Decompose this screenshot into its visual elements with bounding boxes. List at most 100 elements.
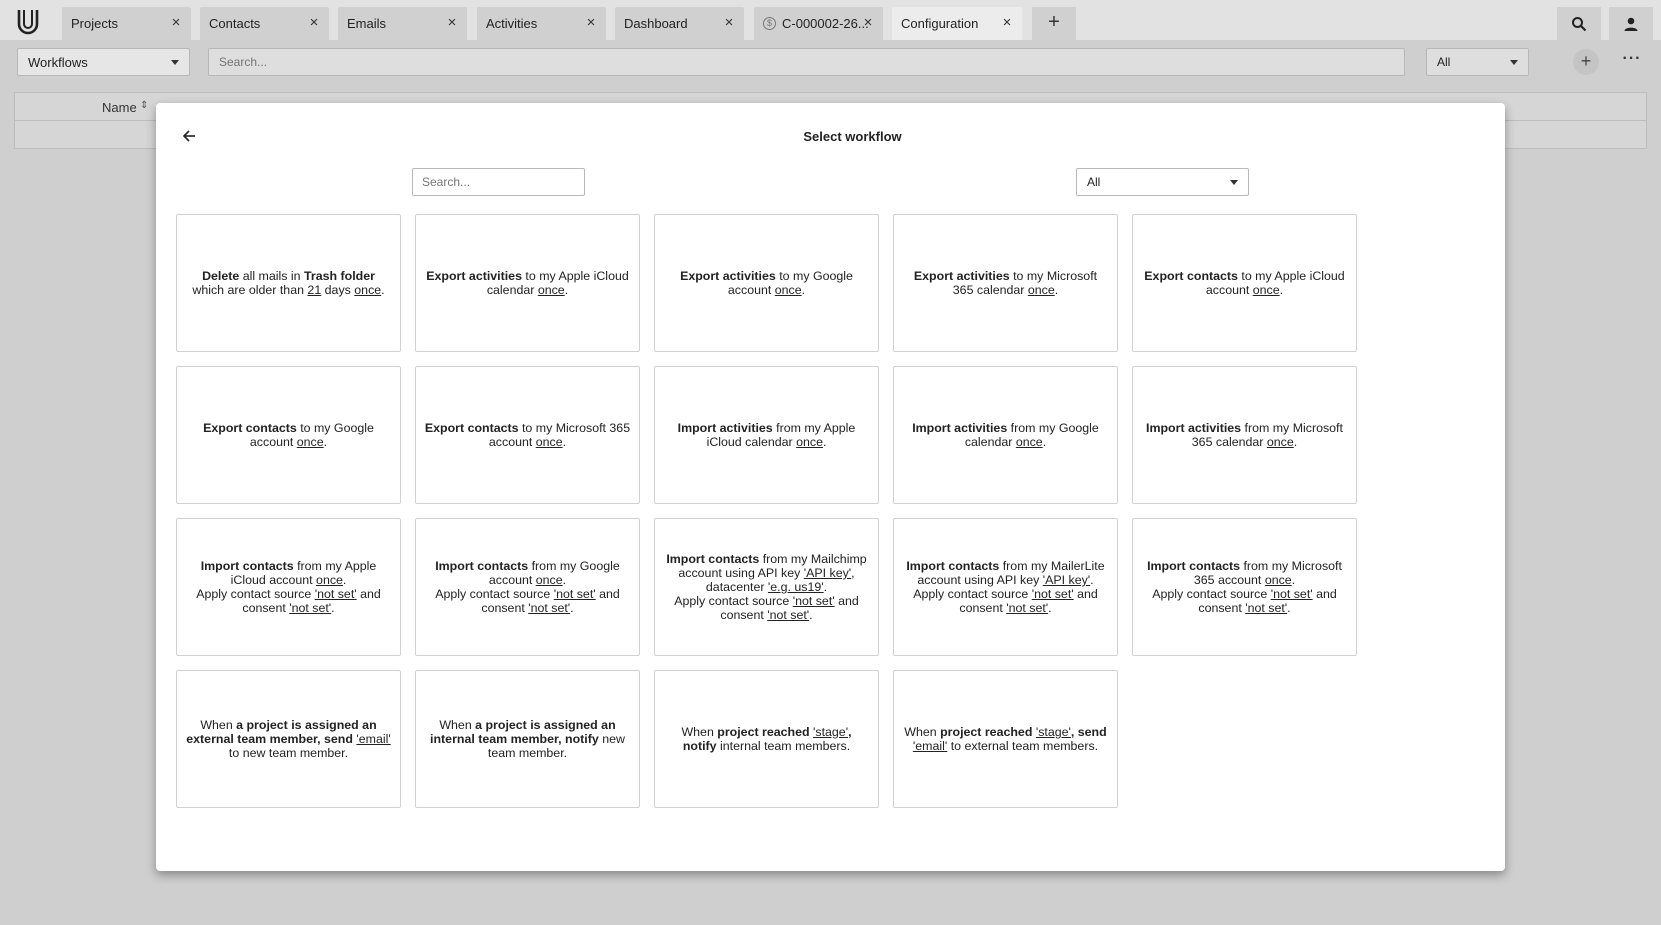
workflow-card-text: Export contacts to my Apple iCloud accou… (1144, 269, 1345, 297)
tab-label: Projects (71, 16, 118, 31)
workflow-parameter: 'not set' (1270, 587, 1313, 601)
workflow-parameter: once (535, 435, 563, 449)
workflow-card[interactable]: Export activities to my Apple iCloud cal… (415, 214, 640, 352)
workflow-parameter: 'not set' (314, 587, 357, 601)
workflow-card-text: Import contacts from my Google account o… (435, 559, 620, 615)
workflow-parameter: once (1015, 435, 1043, 449)
workflow-card[interactable]: When project reached 'stage', send 'emai… (893, 670, 1118, 808)
add-tab-button[interactable]: + (1032, 7, 1076, 40)
workflow-card-text: Import contacts from my MailerLite accou… (906, 559, 1105, 615)
module-select[interactable]: Workflows (17, 48, 190, 76)
tab-label: Dashboard (624, 16, 688, 31)
workflow-card-text: When project reached 'stage', send 'emai… (904, 725, 1107, 753)
workflow-parameter: once (537, 283, 565, 297)
workflow-parameter: 'not set' (1245, 601, 1288, 615)
workflow-card-text: When a project is assigned an external t… (186, 718, 391, 760)
workflow-card[interactable]: When project reached 'stage', notify int… (654, 670, 879, 808)
user-icon (1624, 17, 1638, 31)
workflow-parameter: once (1252, 283, 1280, 297)
workflow-parameter: once (296, 435, 324, 449)
app-logo-icon[interactable] (14, 7, 42, 35)
caret-down-icon (1230, 180, 1238, 185)
close-icon[interactable]: × (307, 15, 321, 30)
workflow-card[interactable]: Export contacts to my Apple iCloud accou… (1132, 214, 1357, 352)
workflow-card-text: Import contacts from my Mailchimp accoun… (666, 552, 867, 622)
workflow-filter-value: All (1087, 175, 1101, 189)
close-icon[interactable]: × (445, 15, 459, 30)
workflow-parameter: 'not set' (1031, 587, 1074, 601)
workflow-card-text: Export activities to my Apple iCloud cal… (426, 269, 629, 297)
workflow-card[interactable]: Import contacts from my Google account o… (415, 518, 640, 656)
workflow-search-input[interactable] (412, 168, 585, 196)
workflow-card[interactable]: Export activities to my Google account o… (654, 214, 879, 352)
search-input[interactable] (208, 48, 1405, 76)
workflow-card-text: Import activities from my Google calenda… (912, 421, 1099, 449)
workflow-card-text: Export activities to my Microsoft 365 ca… (913, 269, 1098, 297)
workflow-card[interactable]: Export contacts to my Google account onc… (176, 366, 401, 504)
close-icon[interactable]: × (584, 15, 598, 30)
workflow-parameter: 21 (307, 283, 322, 297)
workflow-parameter: 'stage' (813, 725, 849, 739)
workflow-filter-select[interactable]: All (1076, 168, 1249, 196)
tab-contacts[interactable]: Contacts × (200, 7, 329, 40)
tab-label: Configuration (901, 16, 979, 31)
select-workflow-dialog: Select workflow All Delete all mails in … (156, 103, 1505, 871)
workflow-card-text: Import activities from my Apple iCloud c… (677, 421, 856, 449)
caret-down-icon (171, 60, 179, 65)
tab-label: C-000002-26... (782, 16, 869, 31)
workflow-card[interactable]: When a project is assigned an external t… (176, 670, 401, 808)
workflow-card-text: Import contacts from my Microsoft 365 ac… (1147, 559, 1342, 615)
workflow-card[interactable]: Import contacts from my MailerLite accou… (893, 518, 1118, 656)
workflow-parameter: once (1264, 573, 1292, 587)
workflow-parameter: 'not set' (792, 594, 835, 608)
tab-configuration[interactable]: Configuration × (892, 7, 1022, 40)
tab-label: Activities (486, 16, 538, 31)
tab-activities[interactable]: Activities × (477, 7, 606, 40)
user-menu-button[interactable] (1609, 7, 1653, 40)
workflow-card-text: Export contacts to my Google account onc… (203, 421, 374, 449)
workflow-parameter: once (774, 283, 802, 297)
workflow-parameter: 'not set' (553, 587, 596, 601)
workflow-card[interactable]: Delete all mails in Trash folder which a… (176, 214, 401, 352)
workflow-card[interactable]: Import contacts from my Apple iCloud acc… (176, 518, 401, 656)
workflow-card-text: Import contacts from my Apple iCloud acc… (196, 559, 381, 615)
tab-emails[interactable]: Emails × (338, 7, 467, 40)
workflow-parameter: 'stage' (1035, 725, 1071, 739)
filter-select[interactable]: All (1426, 48, 1529, 76)
workflow-card-text: When project reached 'stage', notify int… (681, 725, 852, 753)
global-search-button[interactable] (1557, 7, 1601, 40)
close-icon[interactable]: × (722, 15, 736, 30)
workflow-card[interactable]: Import activities from my Google calenda… (893, 366, 1118, 504)
close-icon[interactable]: × (1000, 15, 1014, 30)
workflow-parameter: 'not set' (1006, 601, 1049, 615)
workflow-card-text: Import activities from my Microsoft 365 … (1146, 421, 1343, 449)
module-select-value: Workflows (28, 55, 88, 70)
workflow-card-text: Delete all mails in Trash folder which a… (192, 269, 385, 297)
workflow-parameter: once (535, 573, 563, 587)
close-icon[interactable]: × (169, 15, 183, 30)
column-header-name[interactable]: Name (102, 100, 137, 115)
more-options-icon[interactable]: ··· (1620, 51, 1644, 72)
workflow-card-text: When a project is assigned an internal t… (430, 718, 625, 760)
close-icon[interactable]: × (861, 15, 875, 30)
workflow-parameter: 'email' (356, 732, 391, 746)
workflow-card[interactable]: Export activities to my Microsoft 365 ca… (893, 214, 1118, 352)
tab-quote[interactable]: $ C-000002-26... × (754, 7, 883, 40)
workflow-parameter: once (796, 435, 823, 449)
workflow-card[interactable]: Import activities from my Apple iCloud c… (654, 366, 879, 504)
workflow-card-text: Export activities to my Google account o… (680, 269, 853, 297)
workflow-parameter: once (316, 573, 343, 587)
workflow-card[interactable]: When a project is assigned an internal t… (415, 670, 640, 808)
workflow-card[interactable]: Export contacts to my Microsoft 365 acco… (415, 366, 640, 504)
search-icon (1572, 16, 1587, 31)
tab-dashboard[interactable]: Dashboard × (615, 7, 744, 40)
workflow-card[interactable]: Import contacts from my Microsoft 365 ac… (1132, 518, 1357, 656)
sort-icon[interactable]: ⇕ (140, 100, 148, 111)
filter-select-value: All (1437, 55, 1451, 69)
add-button[interactable]: + (1573, 49, 1599, 75)
currency-icon: $ (763, 17, 776, 30)
workflow-card[interactable]: Import contacts from my Mailchimp accoun… (654, 518, 879, 656)
workflow-card[interactable]: Import activities from my Microsoft 365 … (1132, 366, 1357, 504)
tab-label: Emails (347, 16, 387, 31)
tab-projects[interactable]: Projects × (62, 7, 191, 40)
